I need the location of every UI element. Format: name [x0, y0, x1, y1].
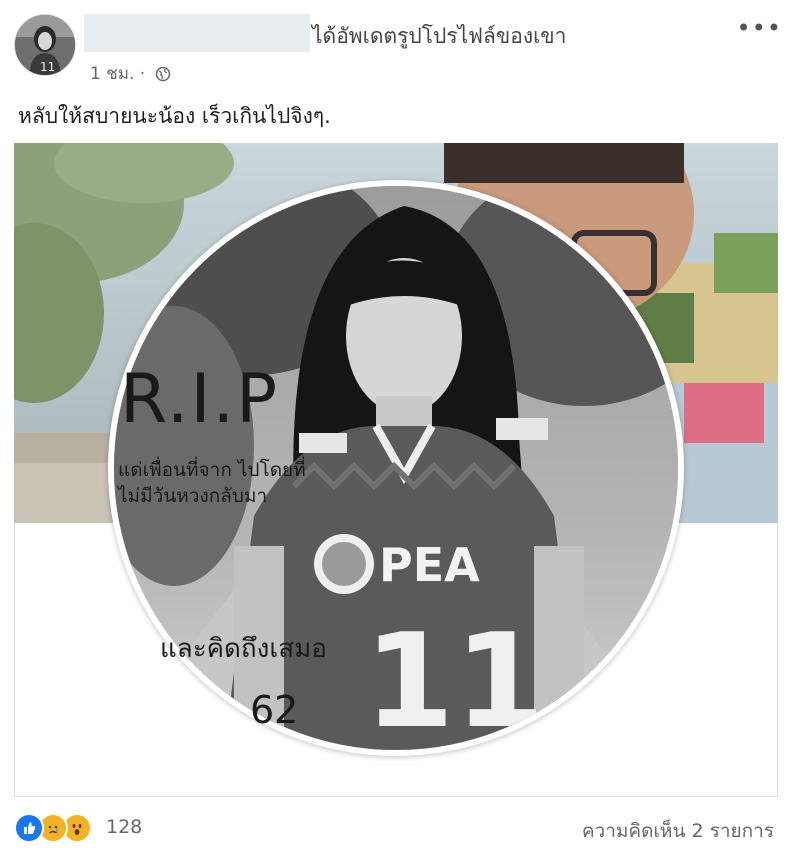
author-name-redacted[interactable]: [84, 14, 310, 52]
more-options-button[interactable]: •••: [737, 14, 782, 42]
reaction-count[interactable]: 128: [106, 816, 142, 838]
post-meta: 1 ชม. ·: [90, 60, 171, 87]
svg-text:11: 11: [40, 60, 55, 74]
post-timestamp[interactable]: 1 ชม.: [90, 64, 134, 84]
avatar[interactable]: 11: [14, 14, 76, 76]
like-icon: [14, 813, 44, 843]
jersey-sponsor-text: PEA: [379, 538, 480, 592]
post-caption: หลับให้สบายนะน้อง เร็วเกินไปจิงๆ.: [18, 104, 331, 128]
reaction-summary[interactable]: [14, 813, 92, 843]
jersey-number-text: 11: [364, 605, 545, 750]
globe-icon: [155, 66, 171, 87]
tribute-line-2: ไม่มีวันหวงกลับมา: [118, 485, 268, 507]
avatar-image: 11: [15, 15, 75, 75]
tribute-line-3: และคิดถึงเสมอ: [160, 634, 327, 664]
meta-separator: ·: [139, 64, 146, 84]
comments-count-link[interactable]: ความคิดเห็น 2 รายการ: [582, 816, 774, 846]
rip-text: R.I.P: [120, 360, 280, 439]
post-action-text: ได้อัพเดตรูปโปรไฟล์ของเขา: [312, 24, 567, 48]
tribute-line-4: 62: [250, 688, 299, 732]
